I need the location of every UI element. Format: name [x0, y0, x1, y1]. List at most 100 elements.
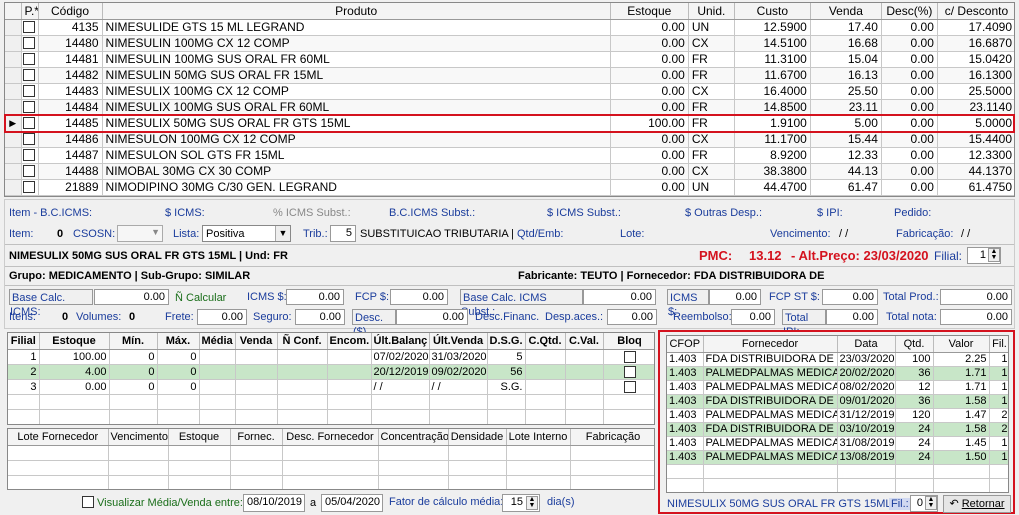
total-nota-input[interactable]: 0.00 [940, 309, 1012, 325]
row-checkbox[interactable] [22, 53, 35, 66]
product-row[interactable]: 14484 NIMESULIX 100MG SUS ORAL FR 60ML 0.0… [5, 99, 1014, 116]
column-header[interactable]: Últ.Balanç [371, 333, 430, 350]
lote-row[interactable] [8, 445, 654, 461]
frete-input[interactable]: 0.00 [197, 309, 247, 325]
lote-row[interactable] [8, 475, 654, 489]
column-header[interactable]: C.Qtd. [525, 333, 566, 350]
row-checkbox[interactable] [22, 133, 35, 146]
column-header[interactable]: Estoque [610, 3, 689, 20]
row-checkbox[interactable] [22, 165, 35, 178]
column-header[interactable]: Encom. [327, 333, 372, 350]
icms-st-input[interactable]: 0.00 [709, 289, 761, 305]
bloq-checkbox[interactable] [623, 380, 636, 393]
visualizar-checkbox[interactable] [82, 496, 94, 508]
date-to-input[interactable]: 05/04/2020 [321, 494, 383, 512]
column-header[interactable]: Venda [235, 333, 278, 350]
column-header[interactable]: Fornecedor [703, 336, 838, 353]
column-header[interactable]: Mín. [109, 333, 158, 350]
column-header[interactable]: Concentração [378, 429, 449, 446]
n-calcular-label[interactable]: Ñ Calcular [175, 292, 226, 304]
purchase-row[interactable]: 1.403FDA DISTRIBUIDORA DE ME09/01/202036… [667, 394, 1008, 409]
fcp-st-input[interactable]: 0.00 [822, 289, 878, 305]
column-header[interactable]: Vencimento [108, 429, 169, 446]
column-header[interactable]: Estoque [39, 333, 110, 350]
product-row[interactable]: 14487 NIMESULON SOL GTS FR 15ML 0.00 FR 8.92… [5, 147, 1014, 164]
column-header[interactable]: Média [199, 333, 236, 350]
column-header[interactable]: CFOP [667, 336, 704, 353]
purchase-history-grid[interactable]: CFOP Fornecedor Data Qtd. Valor Fil. 1.403 FDA… [666, 335, 1009, 493]
filial-spinner[interactable]: ▲ ▼ [988, 248, 1000, 262]
row-checkbox[interactable] [22, 21, 35, 34]
purchase-row[interactable]: 1.403 PALMEDPALMAS MEDICAM 31/12/2019 120 1.… [667, 408, 1008, 423]
column-header[interactable]: Estoque [168, 429, 231, 446]
purchase-row[interactable]: 1.403 PALMEDPALMAS MEDICAM 13/08/2019 24 1.5… [667, 450, 1008, 465]
column-header[interactable]: Lote Fornecedor [8, 429, 109, 446]
row-checkbox-cell[interactable] [21, 179, 39, 196]
product-row[interactable]: 14480 NIMESULIN 100MG CX 12 COMP 0.00 CX 14.… [5, 35, 1014, 52]
column-header[interactable]: Qtd. [895, 336, 934, 353]
date-from-input[interactable]: 08/10/2019 [243, 494, 305, 512]
filial-row[interactable] [8, 394, 654, 410]
row-checkbox[interactable] [22, 101, 35, 114]
desc-input[interactable]: 0.00 [396, 309, 468, 325]
bloq-checkbox[interactable] [623, 350, 636, 363]
row-checkbox-cell[interactable] [21, 51, 39, 68]
product-grid[interactable]: P.* Código Produto Estoque Unid. Custo Venda De… [4, 2, 1015, 197]
purchase-row[interactable]: 1.403 PALMEDPALMAS MEDICAM 20/02/2020 36 1.7… [667, 366, 1008, 381]
row-checkbox-cell[interactable] [21, 19, 39, 36]
product-row[interactable]: ▶ 14485 NIMESULIX 50MG SUS ORAL FR GTS 15M… [5, 115, 1014, 132]
purchase-row[interactable]: 1.403FDA DISTRIBUIDORA DE ME23/03/202010… [667, 352, 1008, 367]
filial-row[interactable] [8, 409, 654, 424]
row-checkbox-cell[interactable] [21, 115, 39, 132]
row-checkbox-cell[interactable] [21, 131, 39, 148]
retornar-button[interactable]: ↶ Retornar [943, 495, 1011, 513]
column-header[interactable]: Filial [8, 333, 40, 350]
trib-input[interactable]: 5 [330, 225, 356, 242]
filial-stock-grid[interactable]: Filial Estoque Mín. Máx. Média Venda Ñ Conf. En… [7, 332, 655, 425]
total-prod-input[interactable]: 0.00 [940, 289, 1012, 305]
column-header[interactable]: Unid. [688, 3, 735, 20]
filial-row[interactable]: 3 0.00 0 0/ / / / S.G. [8, 379, 654, 395]
seguro-input[interactable]: 0.00 [295, 309, 345, 325]
column-header[interactable]: Desc. Fornecedor [282, 429, 379, 446]
row-checkbox[interactable] [22, 149, 35, 162]
lista-select[interactable]: Positiva ▼ [202, 225, 291, 242]
desp-aces-input[interactable]: 0.00 [607, 309, 657, 325]
fil-spinner[interactable]: ▲ ▼ [925, 496, 937, 510]
column-header[interactable]: Produto [102, 3, 611, 20]
reembolso-input[interactable]: 0.00 [731, 309, 775, 325]
column-header[interactable]: Venda [810, 3, 882, 20]
product-row[interactable]: 14486 NIMESULON 100MG CX 12 COMP 0.00 CX 11.… [5, 131, 1014, 148]
filial-row[interactable]: 2 4.00 0 0 20/12/2019 09/02/2020 56 [8, 364, 654, 380]
row-checkbox-cell[interactable] [21, 67, 39, 84]
row-checkbox-cell[interactable] [21, 83, 39, 100]
column-header[interactable]: Fil. [989, 336, 1008, 353]
row-checkbox-cell[interactable] [21, 99, 39, 116]
purchase-row[interactable] [667, 464, 1008, 479]
icms-input[interactable]: 0.00 [286, 289, 344, 305]
product-row[interactable]: 14482 NIMESULIN 50MG SUS ORAL FR 15ML 0.00… [5, 67, 1014, 84]
base-icms-input[interactable]: 0.00 [94, 289, 169, 305]
column-header[interactable]: Data [837, 336, 896, 353]
row-checkbox[interactable] [22, 117, 35, 130]
purchase-row[interactable]: 1.403 PALMEDPALMAS MEDICAM 31/08/2019 24 1.4… [667, 436, 1008, 451]
product-row[interactable]: 14481 NIMESULIN 100MG SUS ORAL FR 60ML 0.0… [5, 51, 1014, 68]
row-checkbox-cell[interactable] [21, 35, 39, 52]
column-header[interactable]: Fornec. [230, 429, 283, 446]
column-header[interactable]: D.S.G. [487, 333, 526, 350]
column-header[interactable]: C.Val. [565, 333, 604, 350]
fator-spinner[interactable]: ▲ ▼ [526, 496, 538, 510]
column-header[interactable]: Máx. [157, 333, 200, 350]
total-ipi-input[interactable]: 0.00 [826, 309, 878, 325]
column-header[interactable]: Fabricação [570, 429, 654, 446]
row-checkbox-cell[interactable] [21, 147, 39, 164]
fcp-input[interactable]: 0.00 [390, 289, 448, 305]
column-header[interactable]: Custo [734, 3, 811, 20]
row-checkbox[interactable] [22, 181, 35, 194]
product-row[interactable]: 4135 NIMESULIDE GTS 15 ML LEGRAND 0.00 UN 12… [5, 19, 1014, 36]
base-icms-st-input[interactable]: 0.00 [583, 289, 656, 305]
csosn-select[interactable]: ▼ [117, 225, 163, 242]
purchase-row[interactable]: 1.403FDA DISTRIBUIDORA DE ME03/10/201924… [667, 422, 1008, 437]
lote-grid[interactable]: Lote Fornecedor Vencimento Estoque Fornec. D… [7, 428, 655, 490]
product-row[interactable]: 14488 NIMOBAL 30MG CX 30 COMP 0.00 CX 38.380… [5, 163, 1014, 180]
